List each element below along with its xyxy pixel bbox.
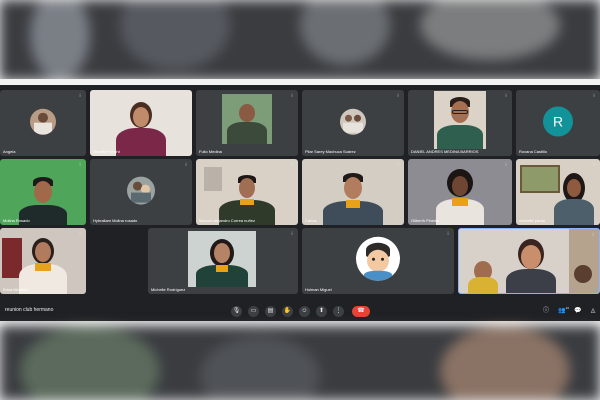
- participant-name: Molina Rosado: [3, 218, 30, 223]
- mic-muted-icon: ⁝: [505, 162, 507, 168]
- mic-muted-icon: ⁝: [291, 231, 293, 237]
- participant-tile[interactable]: R ⁝ Roxana Castillo: [516, 90, 600, 156]
- participant-name: Angela: [3, 149, 16, 154]
- participant-name: Fullo Medina: [199, 149, 222, 154]
- mic-muted-icon: ⁝: [79, 162, 81, 168]
- participant-avatar: [30, 108, 56, 135]
- mic-muted-icon: ⁝: [185, 162, 187, 168]
- participant-tile[interactable]: ⁝ Carlos: [302, 159, 404, 225]
- participant-video: [434, 91, 486, 149]
- participant-tile[interactable]: ⁝ Hybraliam Molina rosado: [90, 159, 192, 225]
- participant-tile[interactable]: ⁝ Molina Rosado: [0, 159, 86, 225]
- participant-name: Hybraliam Molina rosado: [93, 218, 138, 223]
- emoji-icon[interactable]: ☺: [299, 306, 310, 317]
- people-count-badge: 16: [565, 306, 569, 310]
- mic-muted-icon: ⁝: [291, 93, 293, 99]
- participant-face: [133, 107, 149, 127]
- end-call-icon[interactable]: ☎: [352, 306, 370, 317]
- present-icon[interactable]: ⬆: [316, 306, 327, 317]
- participant-name: Pilar Sarey Machuca Suárez: [305, 149, 356, 154]
- participant-name: DANIEL ANDRES MEDINA BARRIOS: [411, 149, 479, 154]
- mic-muted-icon: ⁝: [397, 93, 399, 99]
- participant-video: [222, 94, 272, 144]
- people-icon[interactable]: 👥 16: [558, 306, 569, 315]
- participant-tile[interactable]: ⁝ Jennifer Knight: [90, 90, 192, 156]
- participant-avatar: [340, 108, 366, 135]
- mic-muted-icon: ⁝: [79, 93, 81, 99]
- participant-name: Jennifer Knight: [93, 149, 120, 154]
- participant-tile[interactable]: ⁝ Pilar Sarey Machuca Suárez: [302, 90, 404, 156]
- mic-muted-icon: ⁝: [505, 93, 507, 99]
- participant-tile[interactable]: ⁝ Gilberth Pineda: [408, 159, 512, 225]
- participant-name: Carlos: [305, 218, 317, 223]
- participant-name: michelle pardo: [519, 218, 546, 223]
- mic-icon[interactable]: 🎙: [231, 306, 242, 317]
- mic-muted-icon: ⁝: [592, 232, 594, 238]
- participant-tile[interactable]: ⁝ Holman Miguel: [302, 228, 454, 294]
- participant-name: Gilberth Pineda: [411, 218, 439, 223]
- participant-name: Roxana Castillo: [519, 149, 548, 154]
- blurred-background-top: [0, 0, 600, 80]
- participant-name: Erica Morales: [3, 287, 28, 292]
- captions-icon[interactable]: ▤: [265, 306, 276, 317]
- mic-muted-icon: ⁝: [397, 162, 399, 168]
- participant-initial-avatar: R: [543, 106, 573, 137]
- camera-icon[interactable]: ▭: [248, 306, 259, 317]
- screenshot-page: ⁝ Angela ⁝ Jennifer Knight ⁝ Fullo Medin…: [0, 0, 600, 400]
- mic-muted-icon: ⁝: [185, 93, 187, 99]
- raise-hand-icon[interactable]: ✋: [282, 306, 293, 317]
- activities-icon[interactable]: ◬: [589, 307, 597, 315]
- meeting-name: reunion club hermano: [5, 307, 54, 313]
- mic-muted-icon: ⁝: [593, 162, 595, 168]
- chat-icon[interactable]: 💬: [574, 307, 582, 315]
- mic-muted-icon: ⁝: [447, 231, 449, 237]
- mic-muted-icon: ⁝: [593, 93, 595, 99]
- more-options-icon[interactable]: ⋮: [333, 306, 344, 317]
- participant-video: [188, 231, 256, 287]
- video-call-window: ⁝ Angela ⁝ Jennifer Knight ⁝ Fullo Medin…: [0, 85, 600, 321]
- participant-body: [116, 128, 166, 156]
- participant-tile[interactable]: ⁝ DANIEL ANDRES MEDINA BARRIOS: [408, 90, 512, 156]
- participant-tile[interactable]: ⁝ michelle pardo: [516, 159, 600, 225]
- participant-name: Michelle Rodríguez: [151, 287, 186, 292]
- mic-muted-icon: ⁝: [79, 231, 81, 237]
- meeting-control-bar: reunion club hermano 🎙 ▭ ▤ ✋ ☺ ⬆ ⋮ ☎ ⓘ 👥…: [0, 301, 600, 321]
- participant-tile[interactable]: ⁝ Erica Morales: [0, 228, 86, 294]
- participant-tile[interactable]: ⁝ Manuel alejandro Correa nuñez: [196, 159, 298, 225]
- participant-name: Manuel alejandro Correa nuñez: [199, 218, 256, 223]
- participant-name: Holman Miguel: [305, 287, 332, 292]
- participant-tile[interactable]: ⁝: [458, 228, 600, 294]
- participant-tile[interactable]: ⁝ Angela: [0, 90, 86, 156]
- participant-tile[interactable]: ⁝ Michelle Rodríguez: [148, 228, 298, 294]
- blurred-background-bottom: [0, 326, 600, 400]
- info-icon[interactable]: ⓘ: [542, 307, 550, 315]
- participant-cartoon-avatar: [356, 236, 400, 281]
- participant-avatar: [127, 176, 155, 205]
- mic-muted-icon: ⁝: [291, 162, 293, 168]
- participant-tile[interactable]: ⁝ Fullo Medina: [196, 90, 298, 156]
